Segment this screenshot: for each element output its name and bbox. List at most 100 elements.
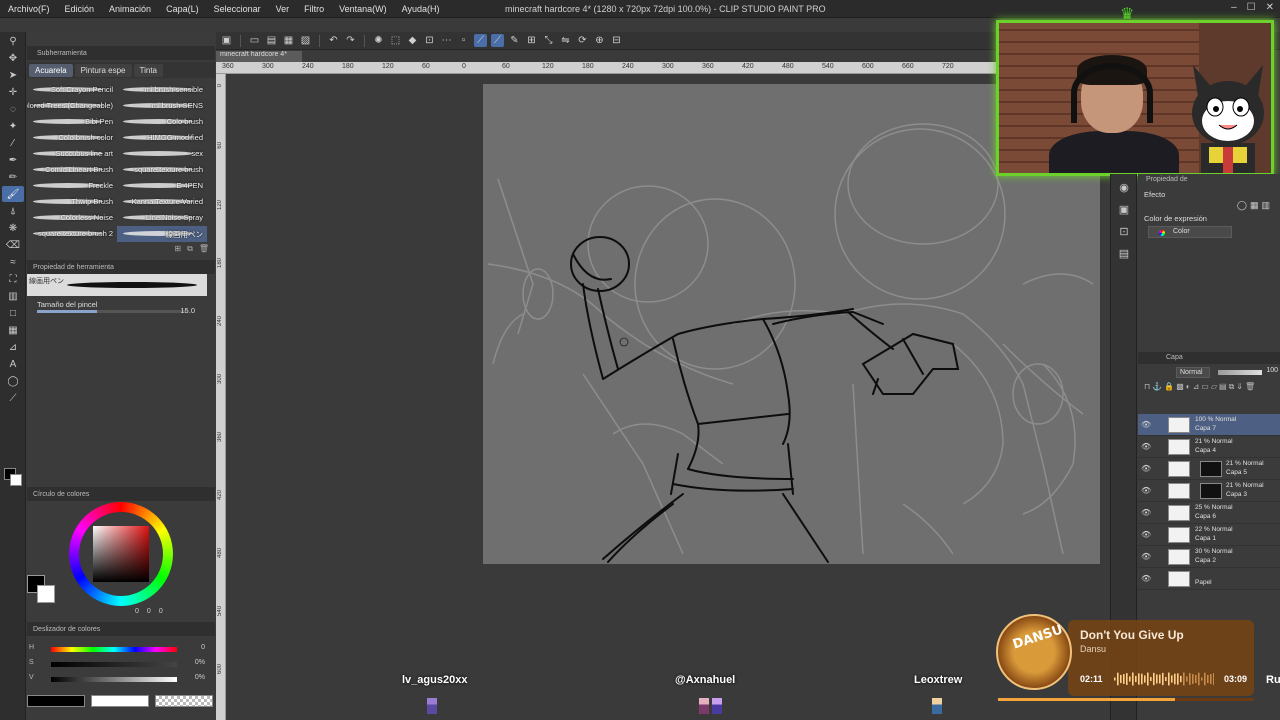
brush-item[interactable]: Line Noise Spray [117,210,207,226]
eraser-tool-icon[interactable]: ⌫ [2,237,24,253]
text-tool-icon[interactable]: A [2,356,24,372]
ruler-icon[interactable]: ⊟ [610,34,623,47]
expression-color-select[interactable]: Color [1148,226,1232,238]
brush-item[interactable]: HIMGG modified [117,130,207,146]
layer-panel-title[interactable]: Capa [1166,354,1183,361]
new-raster-layer-icon[interactable]: ▭ [1201,382,1209,406]
brush-item[interactable]: Colo brush color [27,130,117,146]
merge-layer-icon[interactable]: ⇓ [1236,382,1243,406]
blend-mode-select[interactable]: Normal [1176,367,1210,378]
lock-transparency-icon[interactable]: ▩ [1176,382,1184,406]
rotate-icon[interactable]: ⟳ [576,34,589,47]
brush-item[interactable]: E 4PEN [117,178,207,194]
color-effect-icon[interactable]: ▥ [1261,200,1270,211]
menu-filtro[interactable]: Filtro [304,4,324,14]
undo-icon[interactable]: ↶ [327,34,340,47]
move-tool-icon[interactable]: ✥ [2,50,24,66]
brush-item[interactable]: Kanna Texture Varied [117,194,207,210]
menu-capa[interactable]: Capa(L) [166,4,199,14]
saturation-value-square[interactable] [93,526,149,582]
grid-icon[interactable]: ⊕ [593,34,606,47]
transparent-chip[interactable] [155,695,213,707]
eye-icon[interactable]: 👁 [1141,530,1151,539]
subtool-tab[interactable]: Subherramienta [33,50,91,57]
brush-item[interactable]: Thwip Brush [27,194,117,210]
open-file-icon[interactable]: ▤ [265,34,278,47]
layer-row[interactable]: 👁 Papel [1138,568,1280,590]
maximize-icon[interactable]: ☐ [1247,2,1256,13]
add-brush-icon[interactable]: ⊞ [174,244,181,256]
mask-icon[interactable]: ◐ [1186,382,1191,406]
deselect-icon[interactable]: ⋯ [440,34,453,47]
magic-wand-icon[interactable]: ✦ [2,118,24,134]
brush-item[interactable]: Colorless Noise [27,210,117,226]
minimize-icon[interactable]: – [1231,2,1237,13]
brush-item[interactable]: Succubus line art [27,146,117,162]
layer-row[interactable]: 👁 21 % Normal Capa 3 [1138,480,1280,502]
scale-icon[interactable]: ⤡ [542,34,555,47]
brush-item[interactable]: square texture brush 2 [27,226,117,242]
layer-row[interactable]: 👁 21 % Normal Capa 5 [1138,458,1280,480]
tab-acuarela[interactable]: Acuarela [29,63,73,77]
layer-row[interactable]: 👁 30 % Normal Capa 2 [1138,546,1280,568]
brush-size-value[interactable]: 15.0 [180,306,195,315]
eye-icon[interactable]: 👁 [1141,464,1151,473]
brush-item[interactable]: Freckle [27,178,117,194]
correct-line-icon[interactable]: ⟋ [2,390,24,406]
opacity-value[interactable]: 100 [1266,367,1278,374]
tone-effect-icon[interactable]: ▦ [1250,200,1259,211]
snap-special-ruler-icon[interactable]: ⟋ [491,34,504,47]
menu-archivo[interactable]: Archivo(F) [8,4,50,14]
layer-mask-thumbnail[interactable] [1200,461,1222,477]
brush-item[interactable]: 線画用ペン [117,226,207,242]
brush-item[interactable]: Colo brush [117,114,207,130]
eye-icon[interactable]: 👁 [1141,508,1151,517]
black-chip[interactable] [27,695,85,707]
brush-size-slider[interactable] [37,310,187,313]
brush-item[interactable]: mi brush sensible [117,82,207,98]
white-chip[interactable] [91,695,149,707]
new-folder-icon[interactable]: ▤ [1219,382,1227,406]
brush-item[interactable]: Soft Crayon Pencil [27,82,117,98]
brush-item[interactable]: Comic Lineart Brush [27,162,117,178]
brush-item[interactable]: mi brush SENS [117,98,207,114]
zoom-tool-icon[interactable]: ⚲ [2,33,24,49]
menu-ayuda[interactable]: Ayuda(H) [402,4,440,14]
close-icon[interactable]: ✕ [1266,2,1274,13]
eye-icon[interactable]: 👁 [1141,486,1151,495]
figure-tool-icon[interactable]: □ [2,305,24,321]
redo-icon[interactable]: ↷ [344,34,357,47]
clear-icon[interactable]: ⬚ [389,34,402,47]
menu-animacion[interactable]: Animación [109,4,151,14]
tool-property-title[interactable]: Propiedad de herramienta [33,264,114,271]
flip-icon[interactable]: ⇋ [559,34,572,47]
export-icon[interactable]: ▧ [299,34,312,47]
brush-tool-icon[interactable]: 🖌 [2,186,24,202]
ruler-layer-icon[interactable]: ⊿ [1193,382,1200,406]
snap-grid-icon[interactable]: ✎ [508,34,521,47]
save-icon[interactable]: ▦ [282,34,295,47]
snap-ruler-icon[interactable]: ⟋ [474,34,487,47]
eye-icon[interactable]: 👁 [1141,574,1151,583]
layer-property-icon[interactable]: ◉ [1114,178,1134,196]
brush-item[interactable]: square texture brush [117,162,207,178]
transform-icon[interactable]: ⊡ [423,34,436,47]
fill-icon[interactable]: ◆ [406,34,419,47]
copy-layer-icon[interactable]: ⧉ [1229,382,1235,406]
toggle-panels-icon[interactable]: ▣ [220,34,233,47]
hue-slider[interactable] [51,647,177,652]
lasso-tool-icon[interactable]: ◌ [2,101,24,117]
eye-icon[interactable]: 👁 [1141,442,1151,451]
color-wheel-title[interactable]: Círculo de colores [33,491,89,498]
saturation-slider[interactable] [51,662,177,667]
brush-item[interactable]: Bibi Pen [27,114,117,130]
clip-layer-icon[interactable]: ⊓ [1144,382,1150,406]
brush-item[interactable]: Colored Trees (Changeable) [27,98,117,114]
pen-tool-icon[interactable]: ✒ [2,152,24,168]
menu-seleccionar[interactable]: Seleccionar [214,4,261,14]
lock-layer-icon[interactable]: 🔒 [1164,382,1174,406]
sub-view-icon[interactable]: ⊡ [1114,222,1134,240]
operation-tool-icon[interactable]: ➤ [2,67,24,83]
balloon-tool-icon[interactable]: ◯ [2,373,24,389]
menu-ventana[interactable]: Ventana(W) [339,4,387,14]
